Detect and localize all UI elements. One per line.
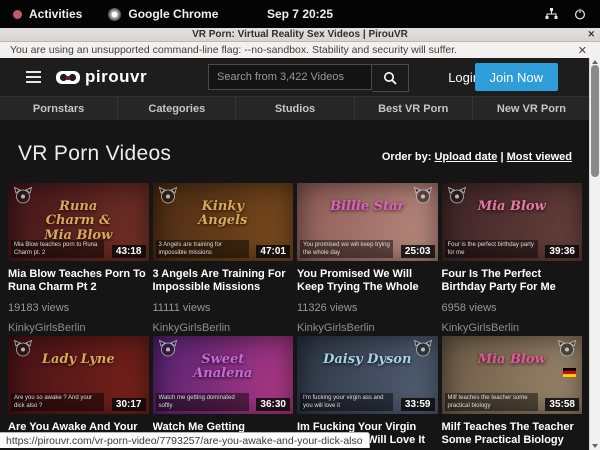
video-title[interactable]: Mia Blow Teaches Porn To Runa Charm Pt 2	[8, 268, 149, 295]
video-grid: Runa Charm & Mia Blow Mia Blow teaches p…	[8, 183, 582, 450]
video-thumbnail[interactable]: Mia Blow Milf teaches the teacher some p…	[442, 336, 583, 414]
page-title: VR Porn Videos	[18, 142, 171, 166]
video-views: 11111 views	[153, 302, 294, 314]
active-app-menu[interactable]: Google Chrome	[128, 7, 218, 21]
power-icon[interactable]	[574, 8, 586, 20]
video-title[interactable]: 3 Angels Are Training For Impossible Mis…	[153, 268, 294, 295]
thumbnail-caption: You promised we will keep trying the who…	[300, 240, 393, 258]
menu-item-new-vr-porn[interactable]: New VR Porn	[472, 97, 590, 120]
video-duration-badge: 30:17	[112, 398, 146, 411]
system-top-bar: Activities Google Chrome Sep 7 20:25	[0, 0, 600, 28]
scroll-up-icon[interactable]	[592, 60, 598, 64]
video-card[interactable]: Kinky Angels 3 Angels are training for i…	[153, 183, 294, 334]
thumbnail-caption: Watch me getting dominated softly	[156, 393, 249, 411]
video-thumbnail[interactable]: Kinky Angels 3 Angels are training for i…	[153, 183, 294, 261]
join-now-button[interactable]: Join Now	[475, 63, 558, 91]
video-title[interactable]: Four Is The Perfect Birthday Party For M…	[442, 268, 583, 295]
warning-message: You are using an unsupported command-lin…	[0, 44, 457, 56]
network-icon[interactable]	[545, 8, 558, 20]
video-thumbnail[interactable]: Runa Charm & Mia Blow Mia Blow teaches p…	[8, 183, 149, 261]
video-views: 11326 views	[297, 302, 438, 314]
menu-item-categories[interactable]: Categories	[117, 97, 235, 120]
page-viewport: pirouvr Login Join Now PornstarsCategori…	[0, 58, 590, 450]
video-duration-badge: 39:36	[545, 245, 579, 258]
thumbnail-caption: I'm fucking your virgin ass and you will…	[300, 393, 393, 411]
video-duration-badge: 33:59	[401, 398, 435, 411]
video-studio-link[interactable]: KinkyGirlsBerlin	[297, 322, 438, 334]
german-flag-icon	[563, 368, 576, 377]
video-duration-badge: 43:18	[112, 245, 146, 258]
browser-title-bar: VR Porn: Virtual Reality Sex Videos | Pi…	[0, 28, 600, 42]
browser-scrollbar[interactable]	[589, 58, 600, 450]
activities-indicator-dot	[13, 10, 22, 19]
video-views: 19183 views	[8, 302, 149, 314]
video-title[interactable]: Milf Teaches The Teacher Some Practical …	[442, 421, 583, 448]
order-upload-date-link[interactable]: Upload date	[434, 151, 497, 163]
video-card[interactable]: Billie Star You promised we will keep tr…	[297, 183, 438, 334]
page-header: VR Porn Videos Order by: Upload date | M…	[0, 120, 590, 166]
site-logo[interactable]: pirouvr	[55, 67, 147, 87]
thumbnail-overlay-name: Sweet Analena	[153, 353, 294, 382]
thumbnail-overlay-name: Runa Charm & Mia Blow	[8, 200, 149, 243]
order-by-controls: Order by: Upload date | Most viewed	[382, 151, 572, 163]
main-menu-bar: PornstarsCategoriesStudiosBest VR PornNe…	[0, 96, 590, 120]
system-clock[interactable]: Sep 7 20:25	[0, 7, 600, 21]
thumbnail-overlay-name: Lady Lyne	[8, 353, 149, 367]
warning-close-icon[interactable]: ✕	[578, 44, 600, 57]
chrome-icon	[108, 8, 121, 21]
chrome-warning-bar: You are using an unsupported command-lin…	[0, 42, 600, 58]
activities-button[interactable]: Activities	[29, 7, 82, 21]
thumbnail-overlay-name: Kinky Angels	[153, 200, 294, 229]
scroll-down-icon[interactable]	[592, 444, 598, 448]
site-navbar: pirouvr Login Join Now	[0, 58, 590, 96]
video-thumbnail[interactable]: Mia Blow Four is the perfect birthday pa…	[442, 183, 583, 261]
status-url-bar: https://pirouvr.com/vr-porn-video/779325…	[0, 432, 370, 448]
video-duration-badge: 25:03	[401, 245, 435, 258]
thumbnail-overlay-name: Daisy Dyson	[297, 353, 438, 367]
video-duration-badge: 47:01	[256, 245, 290, 258]
vr-goggles-icon	[55, 70, 81, 85]
menu-item-pornstars[interactable]: Pornstars	[0, 97, 117, 120]
order-by-label: Order by:	[382, 151, 432, 163]
video-duration-badge: 35:58	[545, 398, 579, 411]
window-close-icon[interactable]: ✕	[587, 29, 595, 40]
video-card[interactable]: Mia Blow Four is the perfect birthday pa…	[442, 183, 583, 334]
video-thumbnail[interactable]: Lady Lyne Are you so awake ? And your di…	[8, 336, 149, 414]
video-studio-link[interactable]: KinkyGirlsBerlin	[442, 322, 583, 334]
search-icon	[383, 71, 397, 85]
video-card[interactable]: Runa Charm & Mia Blow Mia Blow teaches p…	[8, 183, 149, 334]
order-most-viewed-link[interactable]: Most viewed	[507, 151, 572, 163]
status-url-text: https://pirouvr.com/vr-porn-video/779325…	[6, 435, 363, 447]
thumbnail-overlay-name: Mia Blow	[442, 353, 583, 367]
window-title: VR Porn: Virtual Reality Sex Videos | Pi…	[192, 29, 408, 40]
logo-text: pirouvr	[85, 67, 147, 87]
hamburger-menu-icon[interactable]	[26, 71, 41, 83]
video-card[interactable]: Mia Blow Milf teaches the teacher some p…	[442, 336, 583, 450]
thumbnail-caption: Mia Blow teaches porn to Runa Charm pt. …	[11, 240, 104, 258]
video-views: 6958 views	[442, 302, 583, 314]
order-separator: |	[497, 151, 506, 163]
thumbnail-caption: Milf teaches the teacher some practical …	[445, 393, 538, 411]
video-thumbnail[interactable]: Sweet Analena Watch me getting dominated…	[153, 336, 294, 414]
video-thumbnail[interactable]: Daisy Dyson I'm fucking your virgin ass …	[297, 336, 438, 414]
video-duration-badge: 36:30	[256, 398, 290, 411]
scrollbar-thumb[interactable]	[591, 65, 599, 177]
search-input[interactable]	[208, 64, 372, 90]
thumbnail-overlay-name: Billie Star	[297, 200, 438, 214]
video-studio-link[interactable]: KinkyGirlsBerlin	[153, 322, 294, 334]
thumbnail-caption: Are you so awake ? And your dick also ?	[11, 393, 104, 411]
search-button[interactable]	[372, 64, 409, 92]
video-title[interactable]: You Promised We Will Keep Trying The Who…	[297, 268, 438, 295]
thumbnail-overlay-name: Mia Blow	[442, 200, 583, 214]
video-thumbnail[interactable]: Billie Star You promised we will keep tr…	[297, 183, 438, 261]
thumbnail-caption: 3 Angels are training for impossible mis…	[156, 240, 249, 258]
video-studio-link[interactable]: KinkyGirlsBerlin	[8, 322, 149, 334]
menu-item-studios[interactable]: Studios	[235, 97, 353, 120]
menu-item-best-vr-porn[interactable]: Best VR Porn	[354, 97, 472, 120]
thumbnail-caption: Four is the perfect birthday party for m…	[445, 240, 538, 258]
